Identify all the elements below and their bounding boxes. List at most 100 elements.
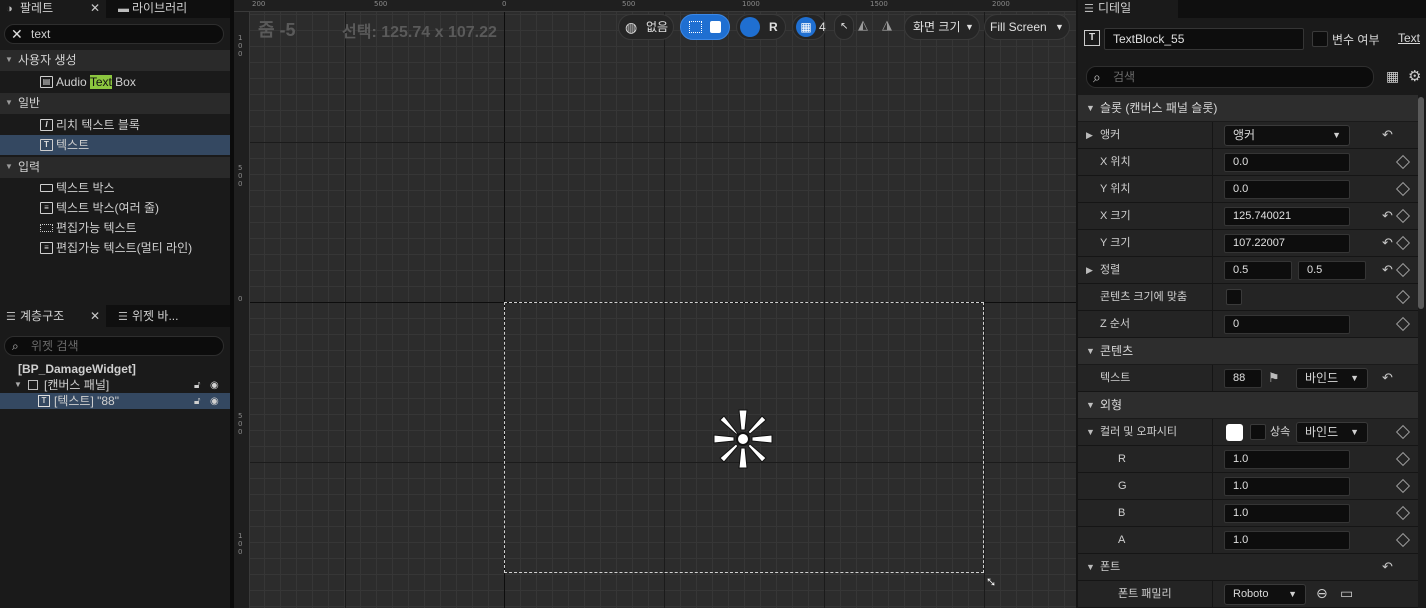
close-icon[interactable]: ✕: [90, 0, 100, 17]
font-family-dropdown[interactable]: Roboto ▼: [1224, 584, 1306, 605]
category-common[interactable]: ▼ 일반: [0, 93, 230, 114]
color-swatch[interactable]: [1226, 424, 1243, 441]
ruler-tick-label: 1000: [742, 0, 760, 8]
alignment-x-input[interactable]: 0.5: [1224, 261, 1292, 280]
table-view-icon[interactable]: ▦: [1386, 68, 1399, 85]
lock-icon[interactable]: 🔓︎: [194, 378, 200, 394]
keyframe-diamond-icon[interactable]: [1395, 478, 1411, 494]
color-r-input[interactable]: 1.0: [1224, 450, 1350, 469]
tab-widget-binding[interactable]: ☰ 위젯 바...: [112, 305, 230, 327]
palette-item-rich-text-block[interactable]: I 리치 텍스트 블록: [0, 115, 230, 135]
y-position-input[interactable]: 0.0: [1224, 180, 1350, 199]
y-size-input[interactable]: 107.22007: [1224, 234, 1350, 253]
anchor-icon[interactable]: [710, 406, 776, 472]
hierarchy-root[interactable]: [BP_DamageWidget]: [0, 361, 230, 377]
tab-palette[interactable]: ◑ 팔레트 ✕: [0, 0, 106, 18]
divider: [1212, 527, 1213, 554]
keyframe-diamond-icon[interactable]: [1395, 316, 1411, 332]
screen-size-dropdown[interactable]: 화면 크기 ▼: [904, 14, 980, 40]
respect-locks-toggle[interactable]: R: [736, 14, 786, 40]
inherit-checkbox[interactable]: [1250, 424, 1266, 440]
lock-icon[interactable]: 🔓︎: [194, 394, 200, 410]
gear-icon[interactable]: ⚙: [1408, 67, 1421, 85]
keyframe-diamond-icon[interactable]: [1395, 532, 1411, 548]
x-size-input[interactable]: 125.740021: [1224, 207, 1350, 226]
reset-icon[interactable]: ↶: [1382, 262, 1393, 278]
palette-item-editable-text-multiline[interactable]: ≡ 편집가능 텍스트(멀티 라인): [0, 238, 230, 258]
close-icon[interactable]: ✕: [90, 305, 100, 327]
palette-search-input[interactable]: ✕ text: [4, 24, 224, 44]
section-appearance[interactable]: ▼ 외형: [1078, 392, 1418, 418]
designer-viewport[interactable]: 200 500 0 500 1000 1500 2000 1 0 0 5 0 0…: [234, 0, 1076, 608]
browse-icon[interactable]: ⊖: [1316, 585, 1328, 602]
grid-snap-toggle[interactable]: ▦ 4: [792, 14, 826, 40]
reset-icon[interactable]: ↶: [1382, 208, 1393, 224]
text-bind-dropdown[interactable]: 바인드 ▼: [1296, 368, 1368, 389]
category-user-created[interactable]: ▼ 사용자 생성: [0, 50, 230, 71]
hierarchy-item-text-88[interactable]: T [텍스트] "88" 🔓︎ ◉: [0, 393, 230, 409]
mirror-icon[interactable]: ◮: [882, 17, 892, 33]
eye-icon[interactable]: ◉: [210, 378, 219, 394]
expand-arrow-icon[interactable]: ▼: [14, 377, 22, 393]
keyframe-diamond-icon[interactable]: [1395, 289, 1411, 305]
color-b-input[interactable]: 1.0: [1224, 504, 1350, 523]
localization-flag-icon[interactable]: ⚑: [1268, 370, 1280, 386]
keyframe-diamond-icon[interactable]: [1395, 154, 1411, 170]
color-a-input[interactable]: 1.0: [1224, 531, 1350, 550]
x-position-input[interactable]: 0.0: [1224, 153, 1350, 172]
palette-item-multiline-text-box[interactable]: ≡ 텍스트 박스(여러 줄): [0, 198, 230, 218]
color-g-input[interactable]: 1.0: [1224, 477, 1350, 496]
category-input[interactable]: ▼ 입력: [0, 157, 230, 178]
expand-arrow-icon[interactable]: ▼: [1086, 419, 1095, 446]
landscape-icon[interactable]: ◭: [858, 17, 868, 33]
keyframe-diamond-icon[interactable]: [1395, 505, 1411, 521]
reset-icon[interactable]: ↶: [1382, 235, 1393, 251]
tab-hierarchy[interactable]: ☰ 계층구조 ✕: [0, 305, 106, 327]
widget-name-input[interactable]: TextBlock_55: [1104, 28, 1304, 50]
keyframe-diamond-icon[interactable]: [1395, 262, 1411, 278]
transform-lock-toggle[interactable]: [680, 14, 730, 40]
anchor-dropdown[interactable]: 앵커 ▼: [1224, 125, 1350, 146]
folder-search-icon[interactable]: ▭: [1340, 585, 1353, 602]
keyframe-diamond-icon[interactable]: [1395, 208, 1411, 224]
reset-icon[interactable]: ↶: [1382, 127, 1393, 143]
keyframe-diamond-icon[interactable]: [1395, 424, 1411, 440]
clear-icon[interactable]: ✕: [11, 25, 23, 43]
reset-icon[interactable]: ↶: [1382, 559, 1393, 575]
palette-item-audio-text-box[interactable]: ▤ Audio Text Box: [0, 72, 230, 92]
property-color-b: B 1.0: [1078, 500, 1418, 527]
section-slot[interactable]: ▼ 슬롯 (캔버스 패널 슬롯): [1078, 95, 1418, 121]
keyframe-diamond-icon[interactable]: [1395, 451, 1411, 467]
eye-icon[interactable]: ◉: [210, 394, 219, 410]
details-scrollbar[interactable]: [1418, 95, 1426, 608]
tab-library[interactable]: ▬ 라이브러리: [112, 0, 230, 18]
is-variable-checkbox[interactable]: [1312, 31, 1328, 47]
keyframe-diamond-icon[interactable]: [1395, 235, 1411, 251]
widget-search-input[interactable]: ⌕ 위젯 검색: [4, 336, 224, 356]
color-bind-dropdown[interactable]: 바인드 ▼: [1296, 422, 1368, 443]
text-value-input[interactable]: 88: [1224, 369, 1262, 388]
ruler-top: 200 500 0 500 1000 1500 2000: [234, 0, 1076, 12]
section-content[interactable]: ▼ 콘텐츠: [1078, 338, 1418, 364]
tab-details[interactable]: ☰ 디테일: [1078, 0, 1178, 18]
expand-arrow-icon[interactable]: ▼: [1086, 554, 1095, 581]
details-icon: ☰: [1084, 3, 1094, 15]
keyframe-diamond-icon[interactable]: [1395, 181, 1411, 197]
reset-icon[interactable]: ↶: [1382, 370, 1393, 386]
scrollbar-thumb[interactable]: [1418, 97, 1424, 309]
text-class-link[interactable]: Text: [1398, 31, 1420, 45]
hierarchy-item-canvas-panel[interactable]: ▼ [캔버스 패널] 🔓︎ ◉: [0, 377, 230, 393]
alignment-y-input[interactable]: 0.5: [1298, 261, 1366, 280]
palette-item-text-box[interactable]: 텍스트 박스: [0, 178, 230, 198]
expand-arrow-icon[interactable]: ▶: [1086, 257, 1093, 284]
expand-arrow-icon[interactable]: ▶: [1086, 122, 1093, 149]
size-to-content-checkbox[interactable]: [1226, 289, 1242, 305]
palette-item-editable-text[interactable]: 편집가능 텍스트: [0, 218, 230, 238]
language-preview-button[interactable]: ◍ 없음: [618, 14, 674, 40]
palette-item-text[interactable]: T 텍스트: [0, 135, 230, 155]
ruler-tick-label: 500: [622, 0, 636, 8]
details-search-input[interactable]: ⌕ 검색: [1086, 66, 1374, 88]
play-widget-button[interactable]: ↖: [834, 14, 854, 40]
fill-screen-dropdown[interactable]: Fill Screen ▼: [984, 14, 1070, 40]
z-order-input[interactable]: 0: [1224, 315, 1350, 334]
